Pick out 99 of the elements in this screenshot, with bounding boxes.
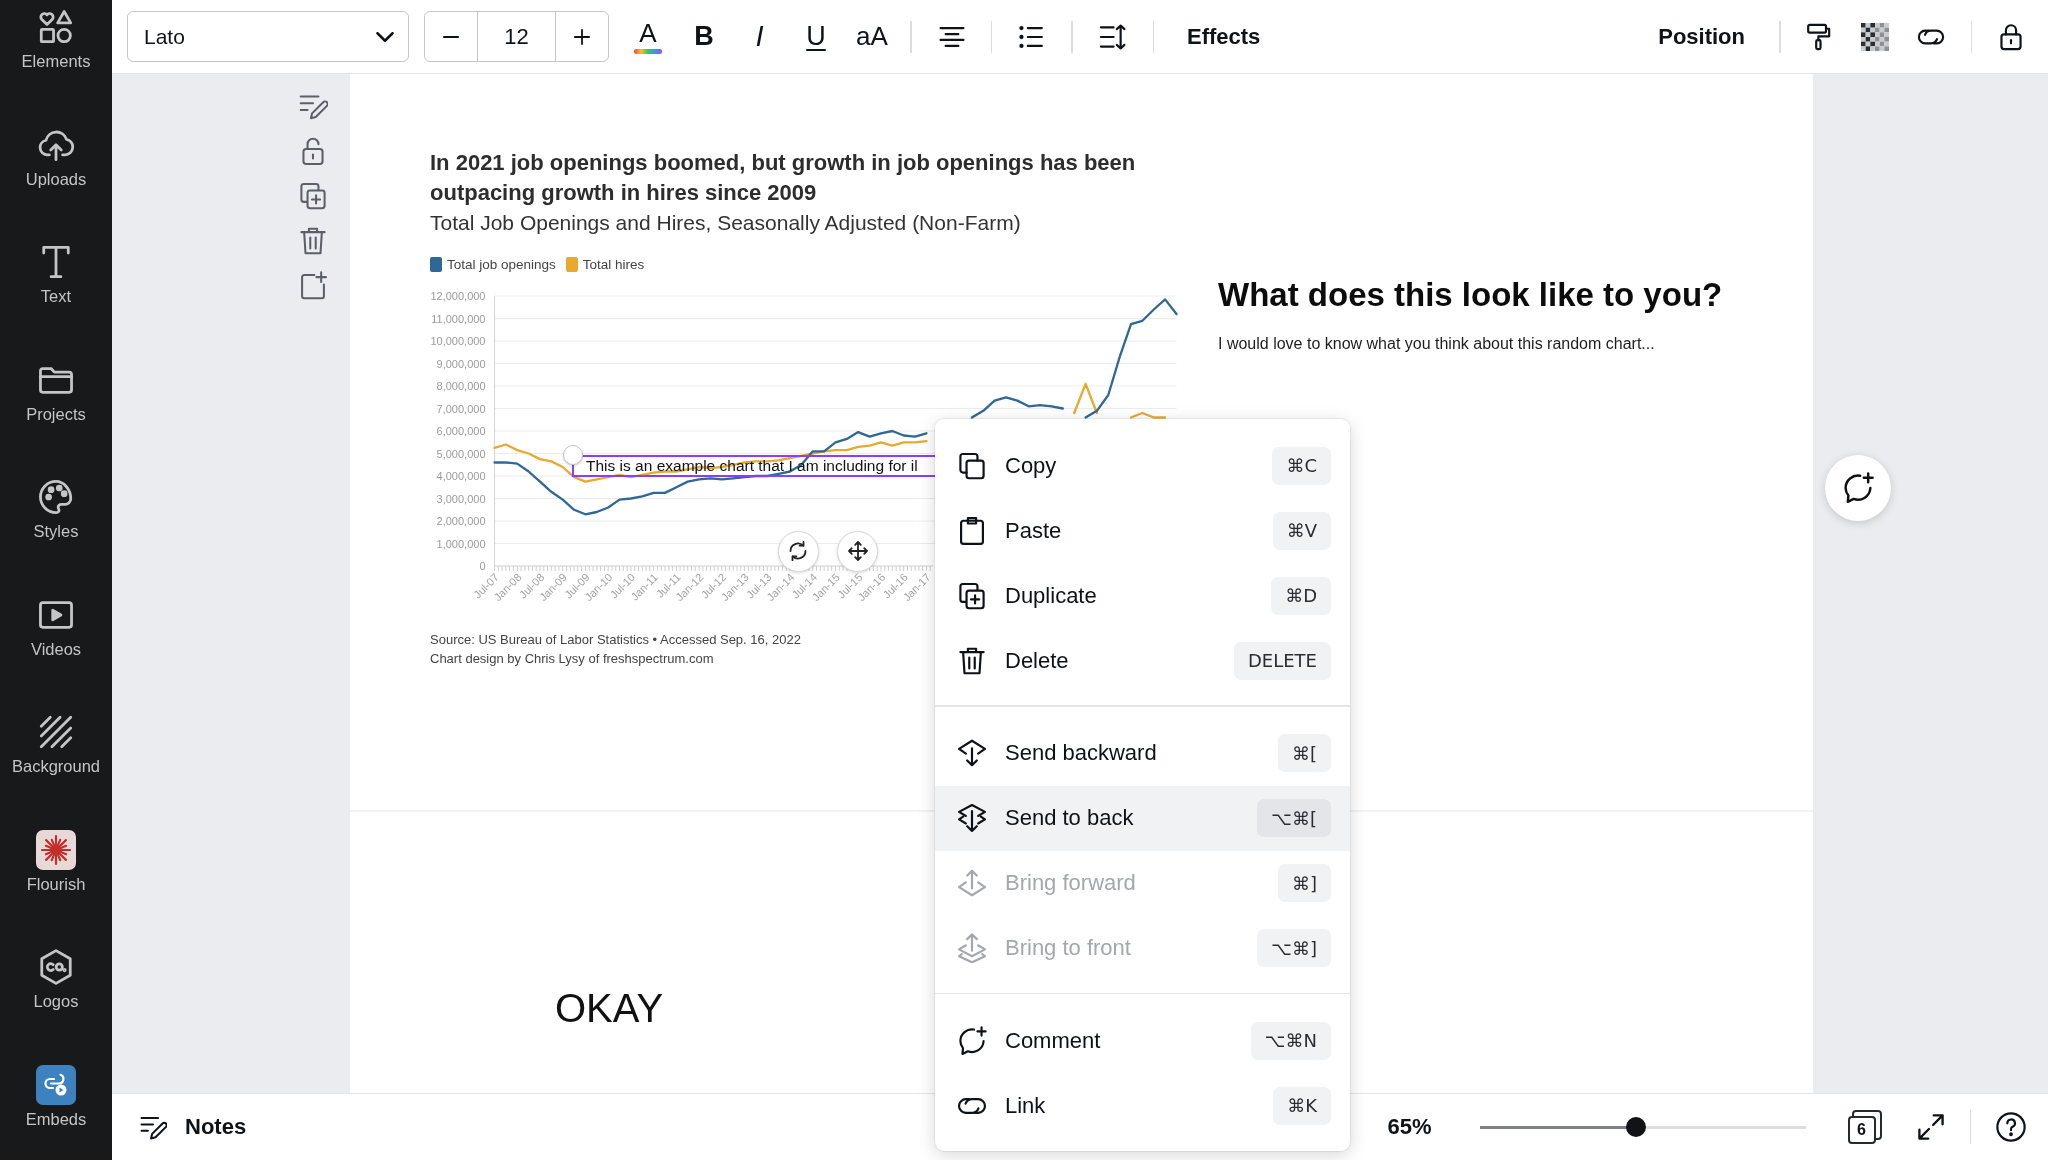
trash-icon: [957, 645, 987, 676]
y-axis-label: 0: [479, 560, 486, 572]
comment-plus-icon: [957, 1025, 987, 1056]
rotate-button[interactable]: [777, 530, 819, 572]
paint-roller-icon[interactable]: [1804, 22, 1833, 51]
minus-icon[interactable]: [443, 35, 459, 38]
y-axis-label: 8,000,000: [436, 380, 486, 392]
comment-plus-icon: [1842, 472, 1874, 504]
y-axis-label: 5,000,000: [436, 447, 486, 460]
plus-icon[interactable]: [574, 28, 590, 45]
chart-subtitle: Total Job Openings and Hires, Seasonally Adjusted (Non-Farm): [430, 210, 1021, 236]
chevron-down-icon: [376, 31, 394, 42]
y-axis-label: 7,000,000: [436, 402, 486, 415]
italic-button[interactable]: I: [736, 12, 784, 61]
notes-button[interactable]: Notes: [139, 1113, 247, 1141]
y-axis-label: 2,000,000: [436, 515, 486, 527]
y-axis-label: 9,000,000: [436, 357, 486, 370]
shortcut-key: DELETE: [1234, 641, 1331, 680]
menu-item[interactable]: Send to back ⌥⌘[: [935, 785, 1350, 851]
sidebar-item[interactable]: Logos: [0, 949, 112, 1011]
legend-label: Total hires: [582, 256, 645, 272]
y-axis-label: 3,000,000: [436, 492, 486, 505]
sidebar-item[interactable]: Embeds: [0, 1066, 112, 1129]
font-size-stepper[interactable]: 12: [424, 11, 609, 62]
layers-down-arrow-icon: [957, 803, 987, 833]
layer-down-arrow-icon: [957, 738, 987, 768]
shortcut-key: ⌘K: [1273, 1086, 1331, 1125]
gradient-bar-icon: [634, 49, 662, 54]
canvas-text: OKAY: [555, 985, 664, 1032]
y-axis-label: 12,000,000: [430, 290, 486, 302]
help-icon[interactable]: [1996, 1112, 2026, 1142]
y-axis-label: 11,000,000: [431, 312, 486, 325]
bold-button[interactable]: B: [680, 12, 728, 61]
shortcut-key: ⌘]: [1277, 864, 1331, 902]
shortcut-key: ⌘V: [1272, 511, 1331, 550]
hexagon-logo-icon: [38, 949, 74, 985]
menu-item[interactable]: Delete DELETE: [935, 628, 1350, 693]
duplicate-icon[interactable]: [298, 181, 328, 211]
sidebar-item[interactable]: Flourish: [0, 831, 112, 894]
resize-handle[interactable]: [563, 445, 583, 465]
y-axis-label: 6,000,000: [436, 425, 486, 437]
palette-icon: [38, 479, 74, 515]
text-case-button[interactable]: aA: [848, 12, 896, 61]
y-axis-label: 10,000,000: [430, 335, 486, 347]
copy-icon: [957, 450, 987, 481]
source-note: Source: US Bureau of Labor Statistics • Accessed Sep. 16, 2022: [430, 630, 801, 649]
menu-item[interactable]: Copy ⌘C: [935, 433, 1350, 498]
position-button[interactable]: Position: [1646, 12, 1757, 61]
line-spacing-icon[interactable]: [1098, 22, 1127, 51]
sidebar-item[interactable]: Videos: [0, 596, 112, 659]
shortcut-key: ⌥⌘[: [1257, 799, 1331, 837]
add-page-icon[interactable]: [298, 271, 328, 301]
underline-button[interactable]: U: [792, 12, 840, 61]
menu-item[interactable]: Comment ⌥⌘N: [935, 1008, 1350, 1073]
rotate-icon: [787, 540, 809, 562]
y-axis-label: 1,000,000: [436, 537, 486, 550]
embed-tile-icon: [36, 1064, 76, 1105]
shortcut-key: ⌥⌘N: [1250, 1021, 1331, 1060]
sidebar-item[interactable]: Elements: [0, 9, 112, 71]
menu-item[interactable]: Send backward ⌘[: [935, 720, 1350, 786]
effects-button[interactable]: Effects: [1176, 12, 1272, 61]
page-count-button[interactable]: 6: [1847, 1110, 1882, 1144]
text-color-button[interactable]: A: [624, 12, 672, 61]
credit-note: Chart design by Chris Lysy of freshspectrum.com: [430, 649, 714, 668]
shapes-icon: [38, 9, 74, 45]
y-axis-label: 4,000,000: [436, 470, 486, 482]
lock-icon[interactable]: [1997, 22, 2025, 51]
sidebar-item[interactable]: Uploads: [0, 126, 112, 189]
sidebar-item[interactable]: Styles: [0, 479, 112, 541]
shortcut-key: ⌘D: [1271, 576, 1331, 615]
menu-item[interactable]: Link ⌘K: [935, 1073, 1350, 1138]
body-text: I would love to know what you think about this random chart...: [1218, 334, 1656, 354]
menu-item[interactable]: Duplicate ⌘D: [935, 563, 1350, 628]
transparency-icon[interactable]: [1860, 22, 1889, 51]
move-icon: [846, 540, 869, 562]
sidebar-item[interactable]: Background: [0, 714, 112, 776]
clipboard-icon: [957, 515, 987, 546]
diagonal-stripes-icon: [38, 714, 74, 750]
layer-up-arrow-icon: [957, 868, 987, 898]
move-button[interactable]: [837, 530, 878, 572]
fullscreen-icon[interactable]: [1915, 1112, 1946, 1142]
font-size-field[interactable]: 12: [477, 12, 556, 61]
duplicate-icon: [957, 580, 987, 611]
trash-icon[interactable]: [298, 226, 328, 256]
slider-thumb[interactable]: [1625, 1117, 1646, 1137]
zoom-percentage[interactable]: 65%: [1387, 1114, 1432, 1140]
chart-title: In 2021 job openings boomed, but growth in job openings has been outpacing growth in hires since 2009: [430, 149, 1137, 207]
add-comment-button[interactable]: [1825, 455, 1891, 521]
heading: What does this look like to you?: [1218, 275, 1723, 315]
shortcut-key: ⌘C: [1272, 446, 1331, 485]
sidebar-item[interactable]: Text: [0, 244, 112, 306]
shortcut-key: ⌥⌘]: [1257, 929, 1331, 967]
layers-up-arrow-icon: [957, 933, 987, 963]
menu-item[interactable]: Paste ⌘V: [935, 498, 1350, 563]
font-dropdown[interactable]: Lato: [127, 11, 409, 62]
legend-label: Total job openings: [447, 256, 556, 272]
sidebar-item[interactable]: Projects: [0, 361, 112, 424]
shortcut-key: ⌘[: [1277, 734, 1331, 772]
starburst-tile-icon: [36, 829, 76, 870]
